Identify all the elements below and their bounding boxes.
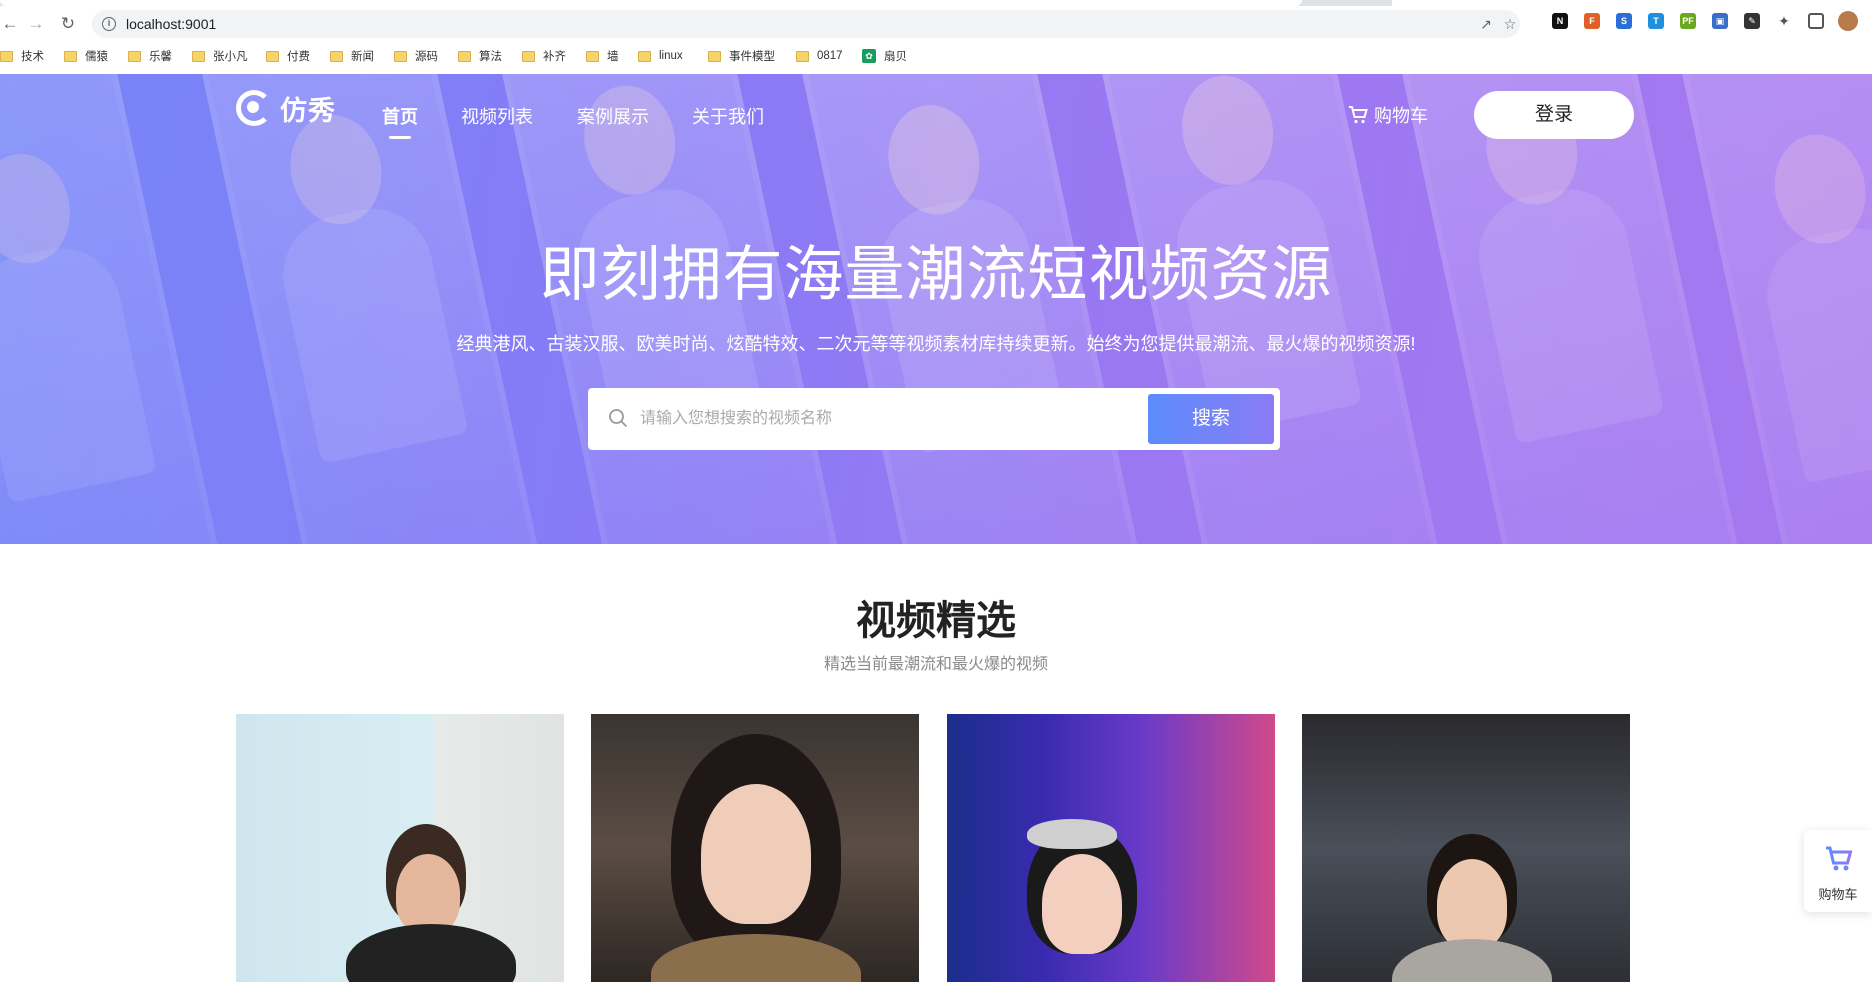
- browser-chrome: ← → ↻ i localhost:9001 ↗ ☆ N F S T PF ▣ …: [0, 0, 1872, 74]
- bookmark-folder[interactable]: 技术: [0, 47, 44, 65]
- nav-active-indicator: [389, 136, 411, 139]
- nav-about[interactable]: 关于我们: [692, 103, 764, 129]
- floating-cart-button[interactable]: 购物车: [1804, 830, 1872, 912]
- bookmark-folder[interactable]: 算法: [458, 47, 502, 65]
- nav-cases[interactable]: 案例展示: [577, 103, 649, 129]
- pf-extension-icon[interactable]: PF: [1680, 13, 1696, 29]
- folder-icon: [128, 50, 141, 62]
- nav-video-list[interactable]: 视频列表: [461, 103, 533, 129]
- s-extension-icon[interactable]: S: [1616, 13, 1632, 29]
- section-title: 视频精选: [856, 599, 1016, 643]
- url-text[interactable]: localhost:9001: [126, 16, 216, 32]
- reload-icon[interactable]: ↻: [58, 14, 78, 34]
- bookmark-folder[interactable]: 事件模型: [708, 47, 775, 65]
- folder-icon: [458, 50, 471, 62]
- site-info-icon[interactable]: i: [102, 17, 116, 31]
- bookmark-link[interactable]: ✿ 扇贝: [862, 47, 907, 65]
- bookmark-folder[interactable]: 付费: [266, 47, 310, 65]
- folder-icon: [586, 50, 599, 62]
- bookmark-folder[interactable]: 源码: [394, 47, 438, 65]
- address-bar[interactable]: i localhost:9001 ↗ ☆: [92, 10, 1520, 38]
- shanbay-favicon-icon: ✿: [862, 49, 876, 63]
- extensions-puzzle-icon[interactable]: ✦: [1776, 13, 1792, 29]
- back-icon[interactable]: ←: [0, 14, 20, 34]
- folder-icon: [638, 50, 651, 62]
- folder-icon: [330, 50, 343, 62]
- bookmarks-bar: 技术 儒猿 乐馨 张小凡 付费 新闻 源码 算法 补齐 墙 linux 事件模型…: [0, 44, 1872, 68]
- hero-title: 即刻拥有海量潮流短视频资源: [539, 241, 1333, 308]
- folder-icon: [796, 50, 809, 62]
- nav-home[interactable]: 首页: [382, 103, 418, 129]
- login-button[interactable]: 登录: [1474, 91, 1634, 139]
- video-card[interactable]: [1302, 714, 1630, 982]
- bookmark-folder[interactable]: 乐馨: [128, 47, 172, 65]
- cart-icon: [1349, 106, 1368, 124]
- search-input[interactable]: [640, 400, 1120, 438]
- profile-avatar[interactable]: [1838, 11, 1858, 31]
- hero-subtitle: 经典港风、古装汉服、欧美时尚、炫酷特效、二次元等等视频素材库持续更新。始终为您提…: [456, 334, 1416, 354]
- folder-icon: [522, 50, 535, 62]
- folder-icon: [266, 50, 279, 62]
- save-extension-icon[interactable]: ▣: [1712, 13, 1728, 29]
- bookmark-folder[interactable]: 儒猿: [64, 47, 108, 65]
- fox-extension-icon[interactable]: F: [1584, 13, 1600, 29]
- share-icon[interactable]: ↗: [1478, 16, 1494, 32]
- logo-text: 仿秀: [280, 95, 336, 126]
- search-button[interactable]: 搜索: [1148, 394, 1274, 444]
- video-card[interactable]: [236, 714, 564, 982]
- bookmark-folder[interactable]: 0817: [796, 47, 843, 65]
- folder-icon: [708, 50, 721, 62]
- bookmark-folder[interactable]: 补齐: [522, 47, 566, 65]
- bookmark-folder[interactable]: 张小凡: [192, 47, 248, 65]
- folder-icon: [394, 50, 407, 62]
- site-logo[interactable]: 仿秀: [236, 90, 336, 126]
- search-box: 搜索: [588, 388, 1280, 450]
- cart-icon: [1826, 846, 1853, 871]
- bookmark-folder[interactable]: 新闻: [330, 47, 374, 65]
- side-panel-icon[interactable]: [1808, 13, 1824, 29]
- floating-cart-label: 购物车: [1818, 887, 1858, 902]
- video-card[interactable]: [947, 714, 1275, 982]
- section-subtitle: 精选当前最潮流和最火爆的视频: [823, 656, 1048, 673]
- forward-icon[interactable]: →: [26, 14, 46, 34]
- bookmark-folder[interactable]: 墙: [586, 47, 619, 65]
- folder-icon: [64, 50, 77, 62]
- browser-toolbar: ← → ↻ i localhost:9001 ↗ ☆ N F S T PF ▣ …: [0, 6, 1872, 40]
- hero-banner: 仿秀 首页 视频列表 案例展示 关于我们 购物车 登录 即刻拥有海量潮流短视频资…: [0, 74, 1872, 544]
- folder-icon: [0, 50, 13, 62]
- nav-cart[interactable]: 购物车: [1348, 102, 1428, 128]
- notion-extension-icon[interactable]: N: [1552, 13, 1568, 29]
- bookmark-star-icon[interactable]: ☆: [1502, 16, 1518, 32]
- edit-extension-icon[interactable]: ✎: [1744, 13, 1760, 29]
- video-card[interactable]: [591, 714, 919, 982]
- logo-icon: [236, 90, 272, 126]
- tag-extension-icon[interactable]: T: [1648, 13, 1664, 29]
- folder-icon: [192, 50, 205, 62]
- site-nav: 仿秀 首页 视频列表 案例展示 关于我们 购物车 登录: [0, 74, 1872, 154]
- bookmark-folder[interactable]: linux: [638, 47, 683, 65]
- search-icon: [609, 409, 628, 428]
